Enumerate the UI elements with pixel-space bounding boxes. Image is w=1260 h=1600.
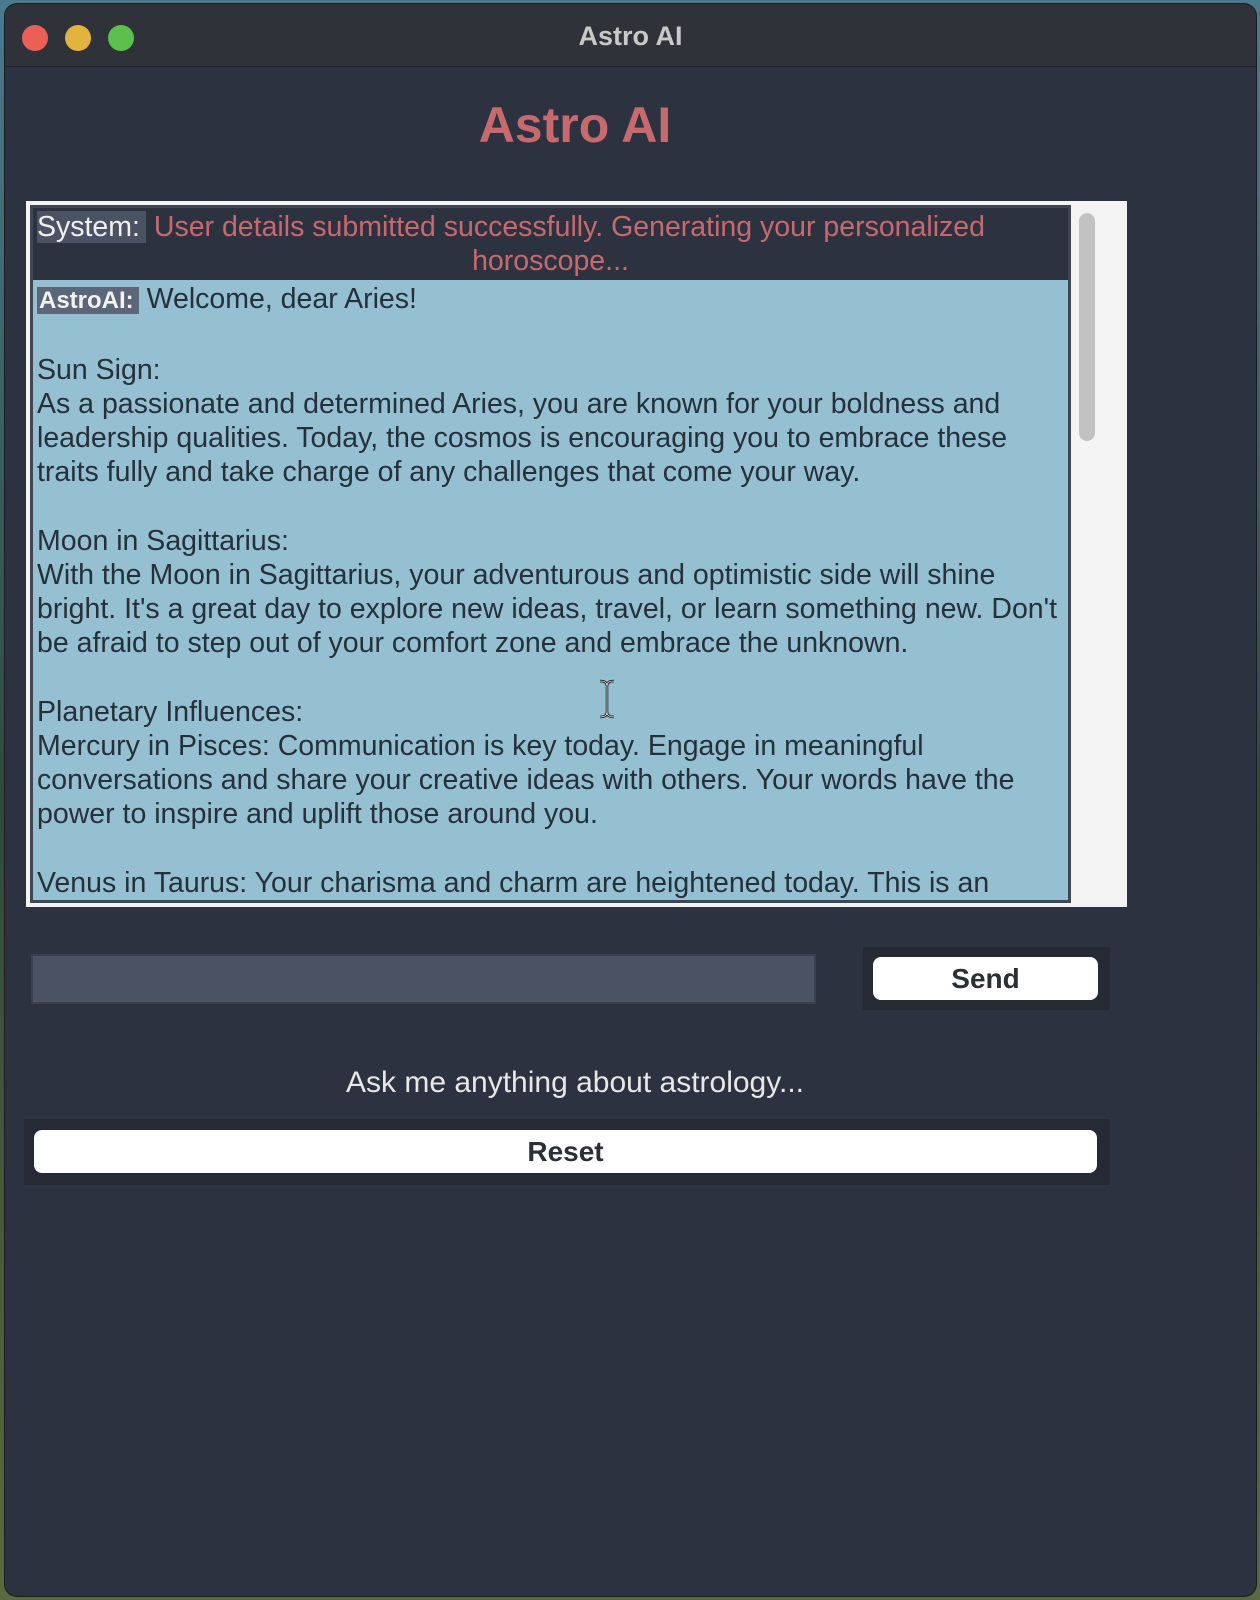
send-button[interactable]: Send — [873, 957, 1098, 1000]
chat-frame: System: User details submitted successfu… — [26, 201, 1127, 907]
system-message: System: User details submitted successfu… — [33, 208, 1068, 281]
hint-text: Ask me anything about astrology... — [345, 1066, 805, 1099]
ai-label: AstroAI: — [37, 287, 139, 315]
message-input[interactable] — [31, 954, 816, 1004]
reset-button[interactable]: Reset — [34, 1130, 1097, 1173]
system-label: System: — [37, 211, 146, 243]
chat-scrollbar-thumb[interactable] — [1079, 213, 1095, 441]
system-message-text-continued: horoscope... — [472, 245, 629, 278]
system-message-text: User details submitted successfully. Gen… — [153, 211, 985, 243]
ai-message: AstroAI: Welcome, dear Aries! Sun Sign: … — [33, 280, 1068, 900]
text-cursor-icon — [599, 679, 615, 719]
reset-button-container: Reset — [24, 1119, 1110, 1185]
app-heading: Astro AI — [478, 97, 672, 153]
window-title: Astro AI — [578, 21, 683, 51]
app-window: Astro AI Astro AI System: User details s… — [5, 4, 1256, 1596]
send-button-container: Send — [863, 947, 1110, 1010]
chat-log[interactable]: System: User details submitted successfu… — [30, 205, 1071, 903]
title-bar: Astro AI — [5, 4, 1256, 67]
ai-message-text: Welcome, dear Aries! Sun Sign: As a pass… — [37, 283, 1058, 899]
